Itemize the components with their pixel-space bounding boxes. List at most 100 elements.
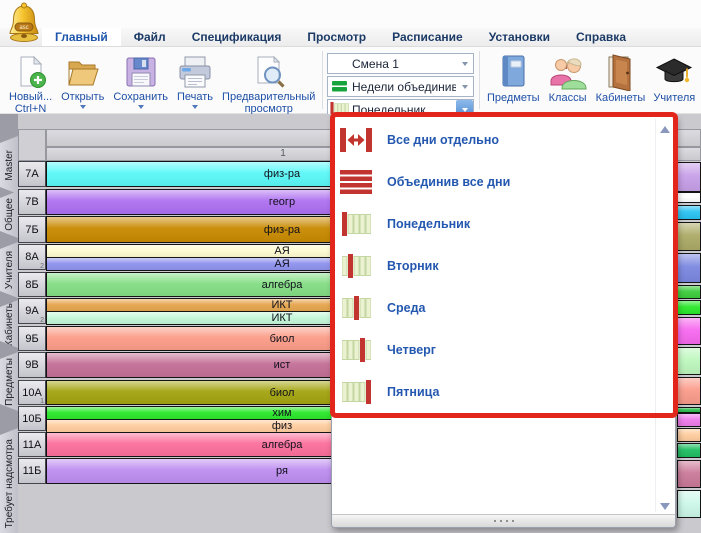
dropdown-item-1[interactable]: Объединив все дни (338, 161, 651, 203)
lesson-card-partial[interactable] (677, 460, 701, 488)
side-tab-4[interactable]: Предметы (0, 352, 18, 411)
row-subscript: 1 (40, 398, 44, 405)
class-row-header-1[interactable]: 7В (18, 189, 46, 215)
menu-tab-6[interactable]: Справка (563, 28, 639, 46)
scroll-up-icon[interactable] (659, 126, 671, 136)
day-4-icon (338, 338, 374, 362)
all-days-merged-icon (338, 170, 374, 194)
lesson-card-partial[interactable] (677, 162, 701, 192)
lesson-card-partial[interactable] (677, 253, 701, 283)
lesson-card-partial[interactable] (677, 317, 701, 345)
entity-button-group: ПредметыКлассыКабинетыУчителя (484, 52, 698, 104)
menu-tab-bar: ГлавныйФайлСпецификацияПросмотрРасписани… (0, 28, 701, 47)
merged-weeks-icon (328, 80, 350, 93)
lesson-card-partial[interactable] (677, 443, 701, 458)
class-row-header-2[interactable]: 7Б (18, 216, 46, 243)
classes-people-icon (548, 52, 588, 92)
rooms-door-icon (603, 52, 637, 92)
timetable-grid-area: 1 Все дни отдельноОбъединив все дниПонед… (0, 114, 701, 533)
lesson-card-partial[interactable] (677, 300, 701, 315)
main-toolbar: Новый...Ctrl+NОткрытьСохранитьПечатьПред… (0, 47, 701, 114)
combo-value: Недели объединив (350, 80, 456, 94)
window-top-bar (0, 0, 701, 28)
class-row-header-0[interactable]: 7А (18, 161, 46, 187)
dropdown-resize-grip[interactable] (332, 514, 675, 527)
lesson-card-partial[interactable] (677, 347, 701, 375)
toolbar-separator (479, 51, 480, 109)
lesson-card-partial[interactable] (677, 490, 701, 518)
print-preview-icon (251, 53, 287, 91)
lesson-card-partial[interactable] (677, 285, 701, 299)
row-subscript: 2 (40, 317, 44, 324)
side-tab-2[interactable]: Учителя (0, 242, 18, 298)
dropdown-item-5[interactable]: Четверг (338, 329, 651, 371)
toolbar-button-open[interactable]: Открыть (58, 53, 107, 115)
toolbar-button-rooms[interactable]: Кабинеты (593, 52, 649, 104)
toolbar-separator (322, 51, 323, 109)
lesson-card-partial[interactable] (677, 192, 701, 203)
toolbar-button-new[interactable]: Новый...Ctrl+N (6, 53, 55, 115)
menu-tab-1[interactable]: Файл (121, 28, 179, 46)
class-row-header-7[interactable]: 9В (18, 352, 46, 378)
side-tab-5[interactable]: Требует надсмотра (0, 428, 18, 533)
day-1-icon (338, 212, 374, 236)
teachers-cap-icon (654, 52, 694, 92)
lesson-card-partial[interactable] (677, 205, 701, 220)
dropdown-item-6[interactable]: Пятница (338, 371, 651, 413)
menu-tab-3[interactable]: Просмотр (294, 28, 379, 46)
day-3-icon (338, 296, 374, 320)
menu-tab-2[interactable]: Спецификация (179, 28, 295, 46)
side-tab-1[interactable]: Общее (0, 191, 18, 238)
dropdown-item-2[interactable]: Понедельник (338, 203, 651, 245)
dropdown-item-4[interactable]: Среда (338, 287, 651, 329)
toolbar-button-classes[interactable]: Классы (545, 52, 591, 104)
dropdown-scroll-divider (655, 119, 656, 512)
combo-weeks[interactable]: Недели объединив (327, 76, 474, 97)
class-row-header-3[interactable]: 8А2 (18, 244, 46, 270)
menu-tab-0[interactable]: Главный (42, 28, 121, 46)
svg-text:asc: asc (19, 25, 28, 31)
lesson-card-partial[interactable] (677, 377, 701, 405)
chevron-down-icon[interactable] (138, 105, 144, 112)
combo-dropdown-arrow-icon[interactable] (456, 54, 473, 73)
combo-value: Смена 1 (350, 57, 456, 71)
class-row-header-6[interactable]: 9Б (18, 326, 46, 351)
class-row-header-5[interactable]: 9А2 (18, 298, 46, 324)
open-folder-icon (65, 53, 101, 91)
dropdown-item-0[interactable]: Все дни отдельно (338, 119, 651, 161)
toolbar-button-print[interactable]: Печать (174, 53, 216, 115)
day-2-icon (338, 254, 374, 278)
grid-corner (18, 129, 46, 161)
class-row-header-9[interactable]: 10Б (18, 406, 46, 431)
subjects-book-icon (495, 52, 531, 92)
lesson-card-partial[interactable] (677, 428, 701, 442)
side-tab-0[interactable]: Master (0, 136, 18, 194)
combo-shift[interactable]: Смена 1 (327, 53, 474, 74)
combo-dropdown-arrow-icon[interactable] (456, 77, 473, 96)
printer-icon (177, 53, 213, 91)
day-5-icon (338, 380, 374, 404)
file-button-group: Новый...Ctrl+NОткрытьСохранитьПечатьПред… (6, 53, 318, 115)
toolbar-button-teachers[interactable]: Учителя (650, 52, 698, 104)
scroll-down-icon[interactable] (659, 503, 671, 513)
class-row-header-8[interactable]: 10А1 (18, 380, 46, 405)
toolbar-button-preview[interactable]: Предварительныйпросмотр (219, 53, 318, 115)
menu-tab-5[interactable]: Установки (476, 28, 563, 46)
lesson-card-partial[interactable] (677, 413, 701, 427)
view-combo-stack: Смена 1Недели объединивПонедельник (327, 53, 474, 122)
chevron-down-icon[interactable] (192, 105, 198, 112)
side-tab-3[interactable]: Кабинеты (0, 300, 18, 348)
class-row-header-10[interactable]: 11А (18, 432, 46, 457)
class-row-header-11[interactable]: 11Б (18, 458, 46, 484)
chevron-down-icon[interactable] (80, 105, 86, 112)
class-row-header-4[interactable]: 8Б (18, 272, 46, 297)
dropdown-item-3[interactable]: Вторник (338, 245, 651, 287)
all-days-separate-icon (338, 128, 374, 152)
lesson-card-partial[interactable] (677, 222, 701, 251)
new-document-icon (14, 53, 48, 91)
toolbar-button-subjects[interactable]: Предметы (484, 52, 543, 104)
toolbar-button-save[interactable]: Сохранить (110, 53, 171, 115)
menu-tab-4[interactable]: Расписание (379, 28, 476, 46)
row-subscript: 2 (40, 263, 44, 270)
asc-bell-logo: asc (7, 2, 41, 47)
